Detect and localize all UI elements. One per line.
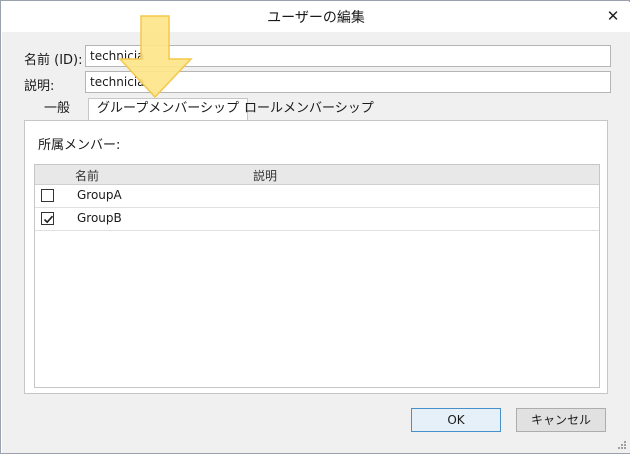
tab-role-membership[interactable]: ロールメンバーシップ: [236, 99, 382, 121]
group-list: 名前 説明 GroupA GroupB: [34, 164, 600, 388]
name-id-label: 名前 (ID):: [24, 53, 83, 68]
group-checkbox[interactable]: [41, 212, 54, 225]
list-header: 名前 説明: [35, 165, 599, 185]
column-header-description[interactable]: 説明: [253, 167, 277, 184]
dialog-title: ユーザーの編集: [267, 10, 365, 26]
tab-group-membership[interactable]: グループメンバーシップ: [88, 98, 248, 121]
dialog-body: 名前 (ID): 説明: 一般 グループメンバーシップ ロールメンバーシップ 所…: [2, 32, 630, 453]
members-label: 所属メンバー:: [38, 138, 121, 153]
group-membership-panel: 所属メンバー: 名前 説明 GroupA GroupB: [24, 120, 608, 394]
group-name: GroupB: [77, 211, 122, 225]
group-name: GroupA: [77, 188, 122, 202]
description-label: 説明:: [24, 79, 55, 94]
list-item[interactable]: GroupA: [35, 185, 599, 208]
close-icon[interactable]: ✕: [602, 5, 624, 27]
group-checkbox[interactable]: [41, 189, 54, 202]
check-icon: [43, 215, 54, 224]
title-bar[interactable]: ユーザーの編集 ✕: [2, 2, 630, 32]
list-item[interactable]: GroupB: [35, 208, 599, 231]
tab-general[interactable]: 一般: [36, 99, 78, 121]
ok-button[interactable]: OK: [411, 408, 501, 432]
resize-grip-icon[interactable]: [617, 440, 627, 450]
edit-user-dialog: ユーザーの編集 ✕ 名前 (ID): 説明: 一般 グループメンバーシップ ロー…: [0, 0, 630, 454]
column-header-name[interactable]: 名前: [75, 167, 99, 184]
down-arrow-icon: [119, 15, 193, 99]
cancel-button[interactable]: キャンセル: [516, 408, 606, 432]
